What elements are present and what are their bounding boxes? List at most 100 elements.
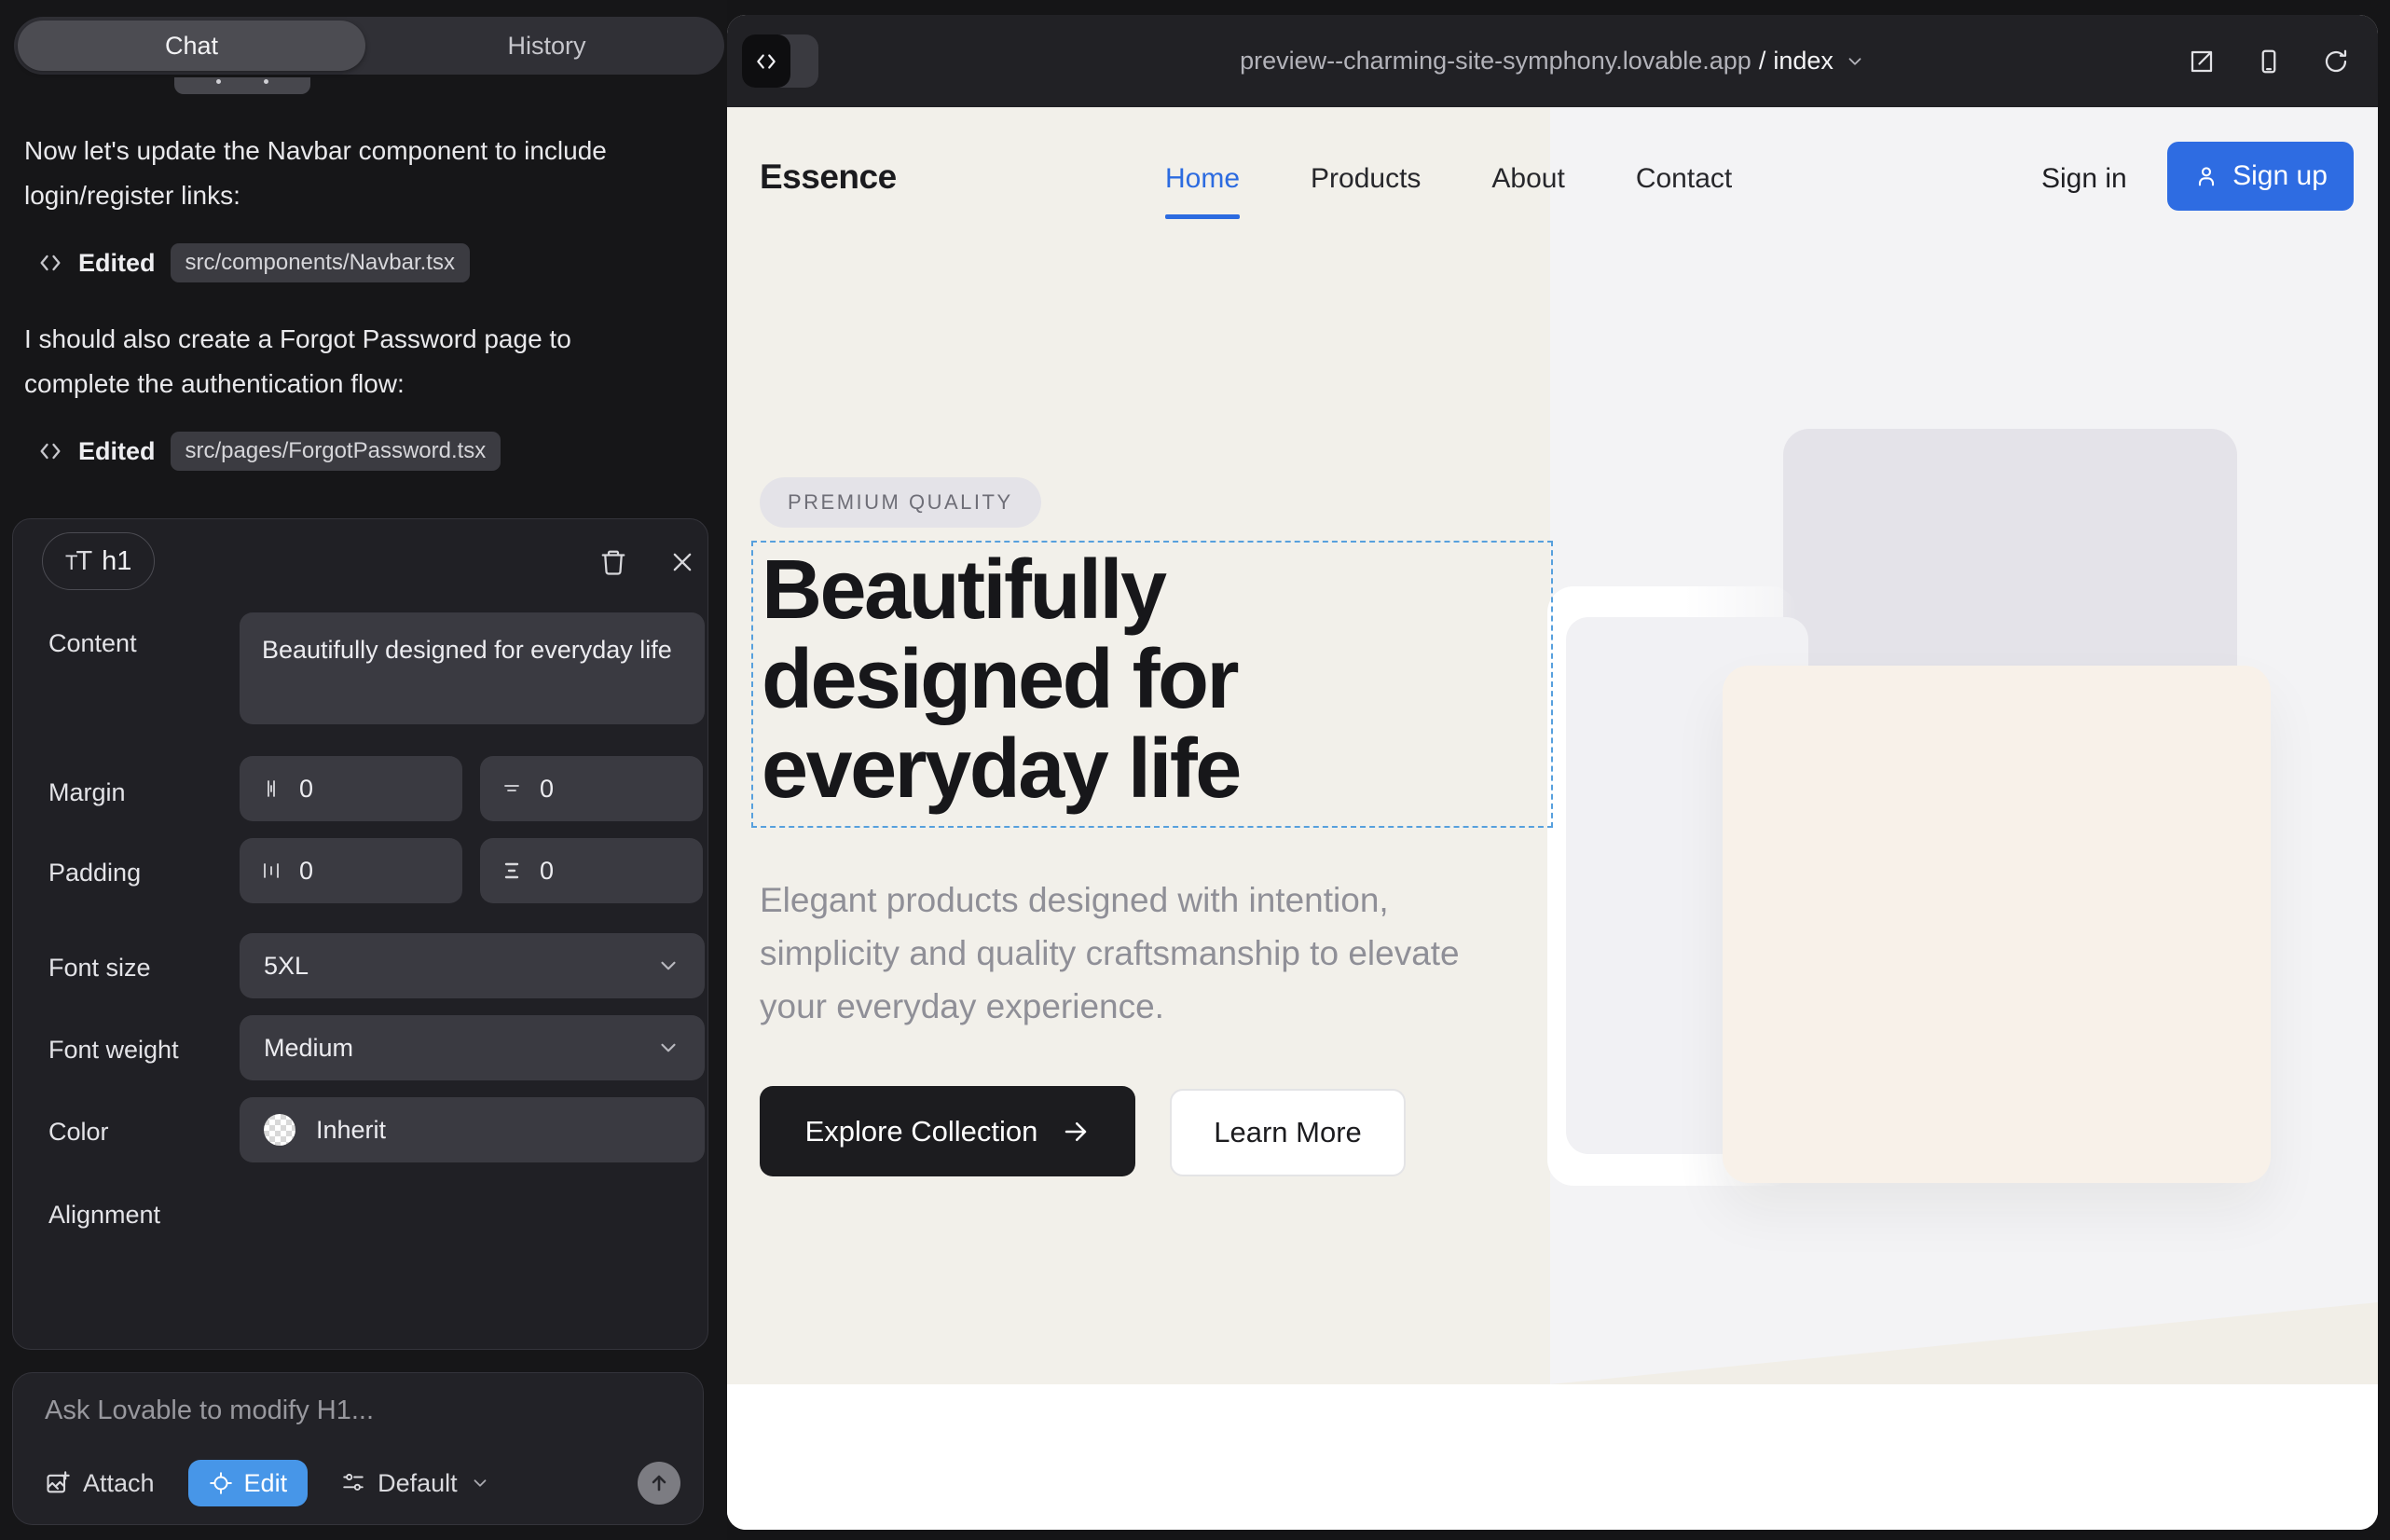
type-icon: TT (65, 546, 90, 577)
font-weight-label: Font weight (48, 1036, 179, 1065)
color-select[interactable]: Inherit (240, 1097, 705, 1162)
editor-header: TT h1 (13, 519, 707, 603)
h1-selection-outline[interactable]: Beautifully designed for everyday life (751, 541, 1553, 828)
sign-in-link[interactable]: Sign in (2041, 163, 2127, 195)
selected-element-pill[interactable]: TT h1 (42, 532, 155, 590)
site-navbar: Essence Home Products About Contact Sign… (727, 107, 2378, 247)
arrow-right-icon (1062, 1118, 1090, 1146)
padding-x-icon (260, 859, 282, 882)
attach-button[interactable]: Attach (45, 1469, 155, 1498)
nav-links: Home Products About Contact (1165, 163, 1732, 195)
padding-label: Padding (48, 859, 141, 887)
margin-y-field[interactable] (480, 756, 703, 821)
default-label: Default (378, 1469, 458, 1498)
preview-window: preview--charming-site-symphony.lovable.… (727, 15, 2378, 1530)
tab-chat[interactable]: Chat (18, 21, 365, 71)
preview-url[interactable]: preview--charming-site-symphony.lovable.… (1240, 47, 1865, 76)
margin-label: Margin (48, 778, 126, 807)
delete-element-button[interactable] (593, 542, 634, 583)
nav-link-contact[interactable]: Contact (1636, 163, 1732, 195)
color-label: Color (48, 1118, 109, 1147)
font-size-value: 5XL (264, 952, 309, 981)
element-editor-panel: TT h1 Content Beautifully designed for e… (12, 518, 708, 1350)
explore-collection-button[interactable]: Explore Collection (760, 1086, 1135, 1176)
send-button[interactable] (638, 1462, 680, 1505)
font-weight-value: Medium (264, 1034, 353, 1063)
sign-up-button[interactable]: Sign up (2167, 142, 2354, 211)
url-separator: / (1759, 47, 1766, 76)
code-icon (37, 250, 63, 276)
padding-x-field[interactable] (240, 838, 462, 903)
file-chip[interactable]: src/components/Navbar.tsx (171, 243, 470, 282)
attach-image-icon (45, 1470, 71, 1496)
font-size-select[interactable]: 5XL (240, 933, 705, 998)
site-logo[interactable]: Essence (760, 158, 897, 197)
content-field[interactable]: Beautifully designed for everyday life (240, 612, 705, 724)
edited-label: Edited (78, 249, 156, 278)
tab-history[interactable]: History (373, 21, 721, 71)
margin-y-icon (501, 777, 523, 800)
content-input[interactable]: Beautifully designed for everyday life (240, 612, 705, 724)
chat-message: I should also create a Forgot Password p… (24, 317, 621, 406)
sign-up-label: Sign up (2232, 160, 2328, 192)
composer-toolbar: Attach Edit Default (45, 1459, 680, 1507)
preview-topbar: preview--charming-site-symphony.lovable.… (727, 15, 2378, 107)
font-size-label: Font size (48, 954, 151, 983)
nav-link-products[interactable]: Products (1311, 163, 1421, 195)
margin-y-input[interactable] (540, 775, 652, 804)
prompt-input[interactable] (45, 1396, 660, 1451)
explore-collection-label: Explore Collection (805, 1115, 1038, 1148)
chevron-down-icon (1845, 51, 1865, 72)
edited-file-row: Edited src/components/Navbar.tsx (37, 241, 470, 285)
learn-more-button[interactable]: Learn More (1170, 1089, 1406, 1176)
chat-message: Now let's update the Navbar component to… (24, 129, 621, 218)
code-view-toggle[interactable] (742, 34, 818, 88)
padding-y-input[interactable] (540, 857, 652, 886)
prompt-composer: Attach Edit Default (12, 1372, 704, 1525)
mobile-view-icon[interactable] (2255, 48, 2283, 76)
target-icon (209, 1471, 233, 1495)
sliders-icon (341, 1471, 365, 1495)
open-external-icon[interactable] (2188, 48, 2216, 76)
clipped-chip (174, 77, 310, 94)
chat-history-tabbar: Chat History (14, 17, 724, 75)
margin-x-field[interactable] (240, 756, 462, 821)
padding-y-field[interactable] (480, 838, 703, 903)
font-weight-select[interactable]: Medium (240, 1015, 705, 1080)
nav-link-about[interactable]: About (1491, 163, 1564, 195)
close-icon[interactable] (662, 542, 703, 583)
edit-label: Edit (244, 1469, 288, 1498)
chevron-down-icon (656, 1036, 680, 1060)
hero-paragraph: Elegant products designed with intention… (760, 873, 1515, 1033)
padding-x-input[interactable] (299, 857, 411, 886)
hero-heading[interactable]: Beautifully designed for everyday life (762, 545, 1498, 814)
section-below-hero (727, 1384, 2378, 1530)
chevron-down-icon (470, 1473, 490, 1493)
site-canvas: Essence Home Products About Contact Sign… (727, 107, 2378, 1530)
code-icon (742, 34, 790, 88)
content-label: Content (48, 629, 137, 658)
hero-cta-row: Explore Collection Learn More (760, 1086, 1406, 1176)
premium-quality-badge: PREMIUM QUALITY (760, 477, 1041, 528)
refresh-icon[interactable] (2322, 48, 2350, 76)
default-mode-button[interactable]: Default (341, 1469, 490, 1498)
preview-actions (2188, 15, 2350, 107)
nav-link-home[interactable]: Home (1165, 163, 1240, 195)
attach-label: Attach (83, 1469, 155, 1498)
decorative-card-beige (1723, 666, 2271, 1183)
chat-panel: Chat History Now let's update the Navbar… (0, 0, 727, 1540)
url-page: index (1773, 47, 1834, 76)
code-icon (37, 438, 63, 464)
arrow-up-icon (648, 1472, 670, 1494)
chevron-down-icon (656, 954, 680, 978)
edited-label: Edited (78, 437, 156, 466)
color-swatch (264, 1114, 295, 1146)
padding-y-icon (501, 859, 523, 882)
edit-mode-button[interactable]: Edit (188, 1460, 309, 1506)
margin-x-input[interactable] (299, 775, 411, 804)
url-host: preview--charming-site-symphony.lovable.… (1240, 47, 1751, 76)
alignment-label: Alignment (48, 1201, 160, 1230)
edited-file-row: Edited src/pages/ForgotPassword.tsx (37, 429, 501, 474)
color-value: Inherit (316, 1116, 386, 1145)
file-chip[interactable]: src/pages/ForgotPassword.tsx (171, 432, 501, 471)
